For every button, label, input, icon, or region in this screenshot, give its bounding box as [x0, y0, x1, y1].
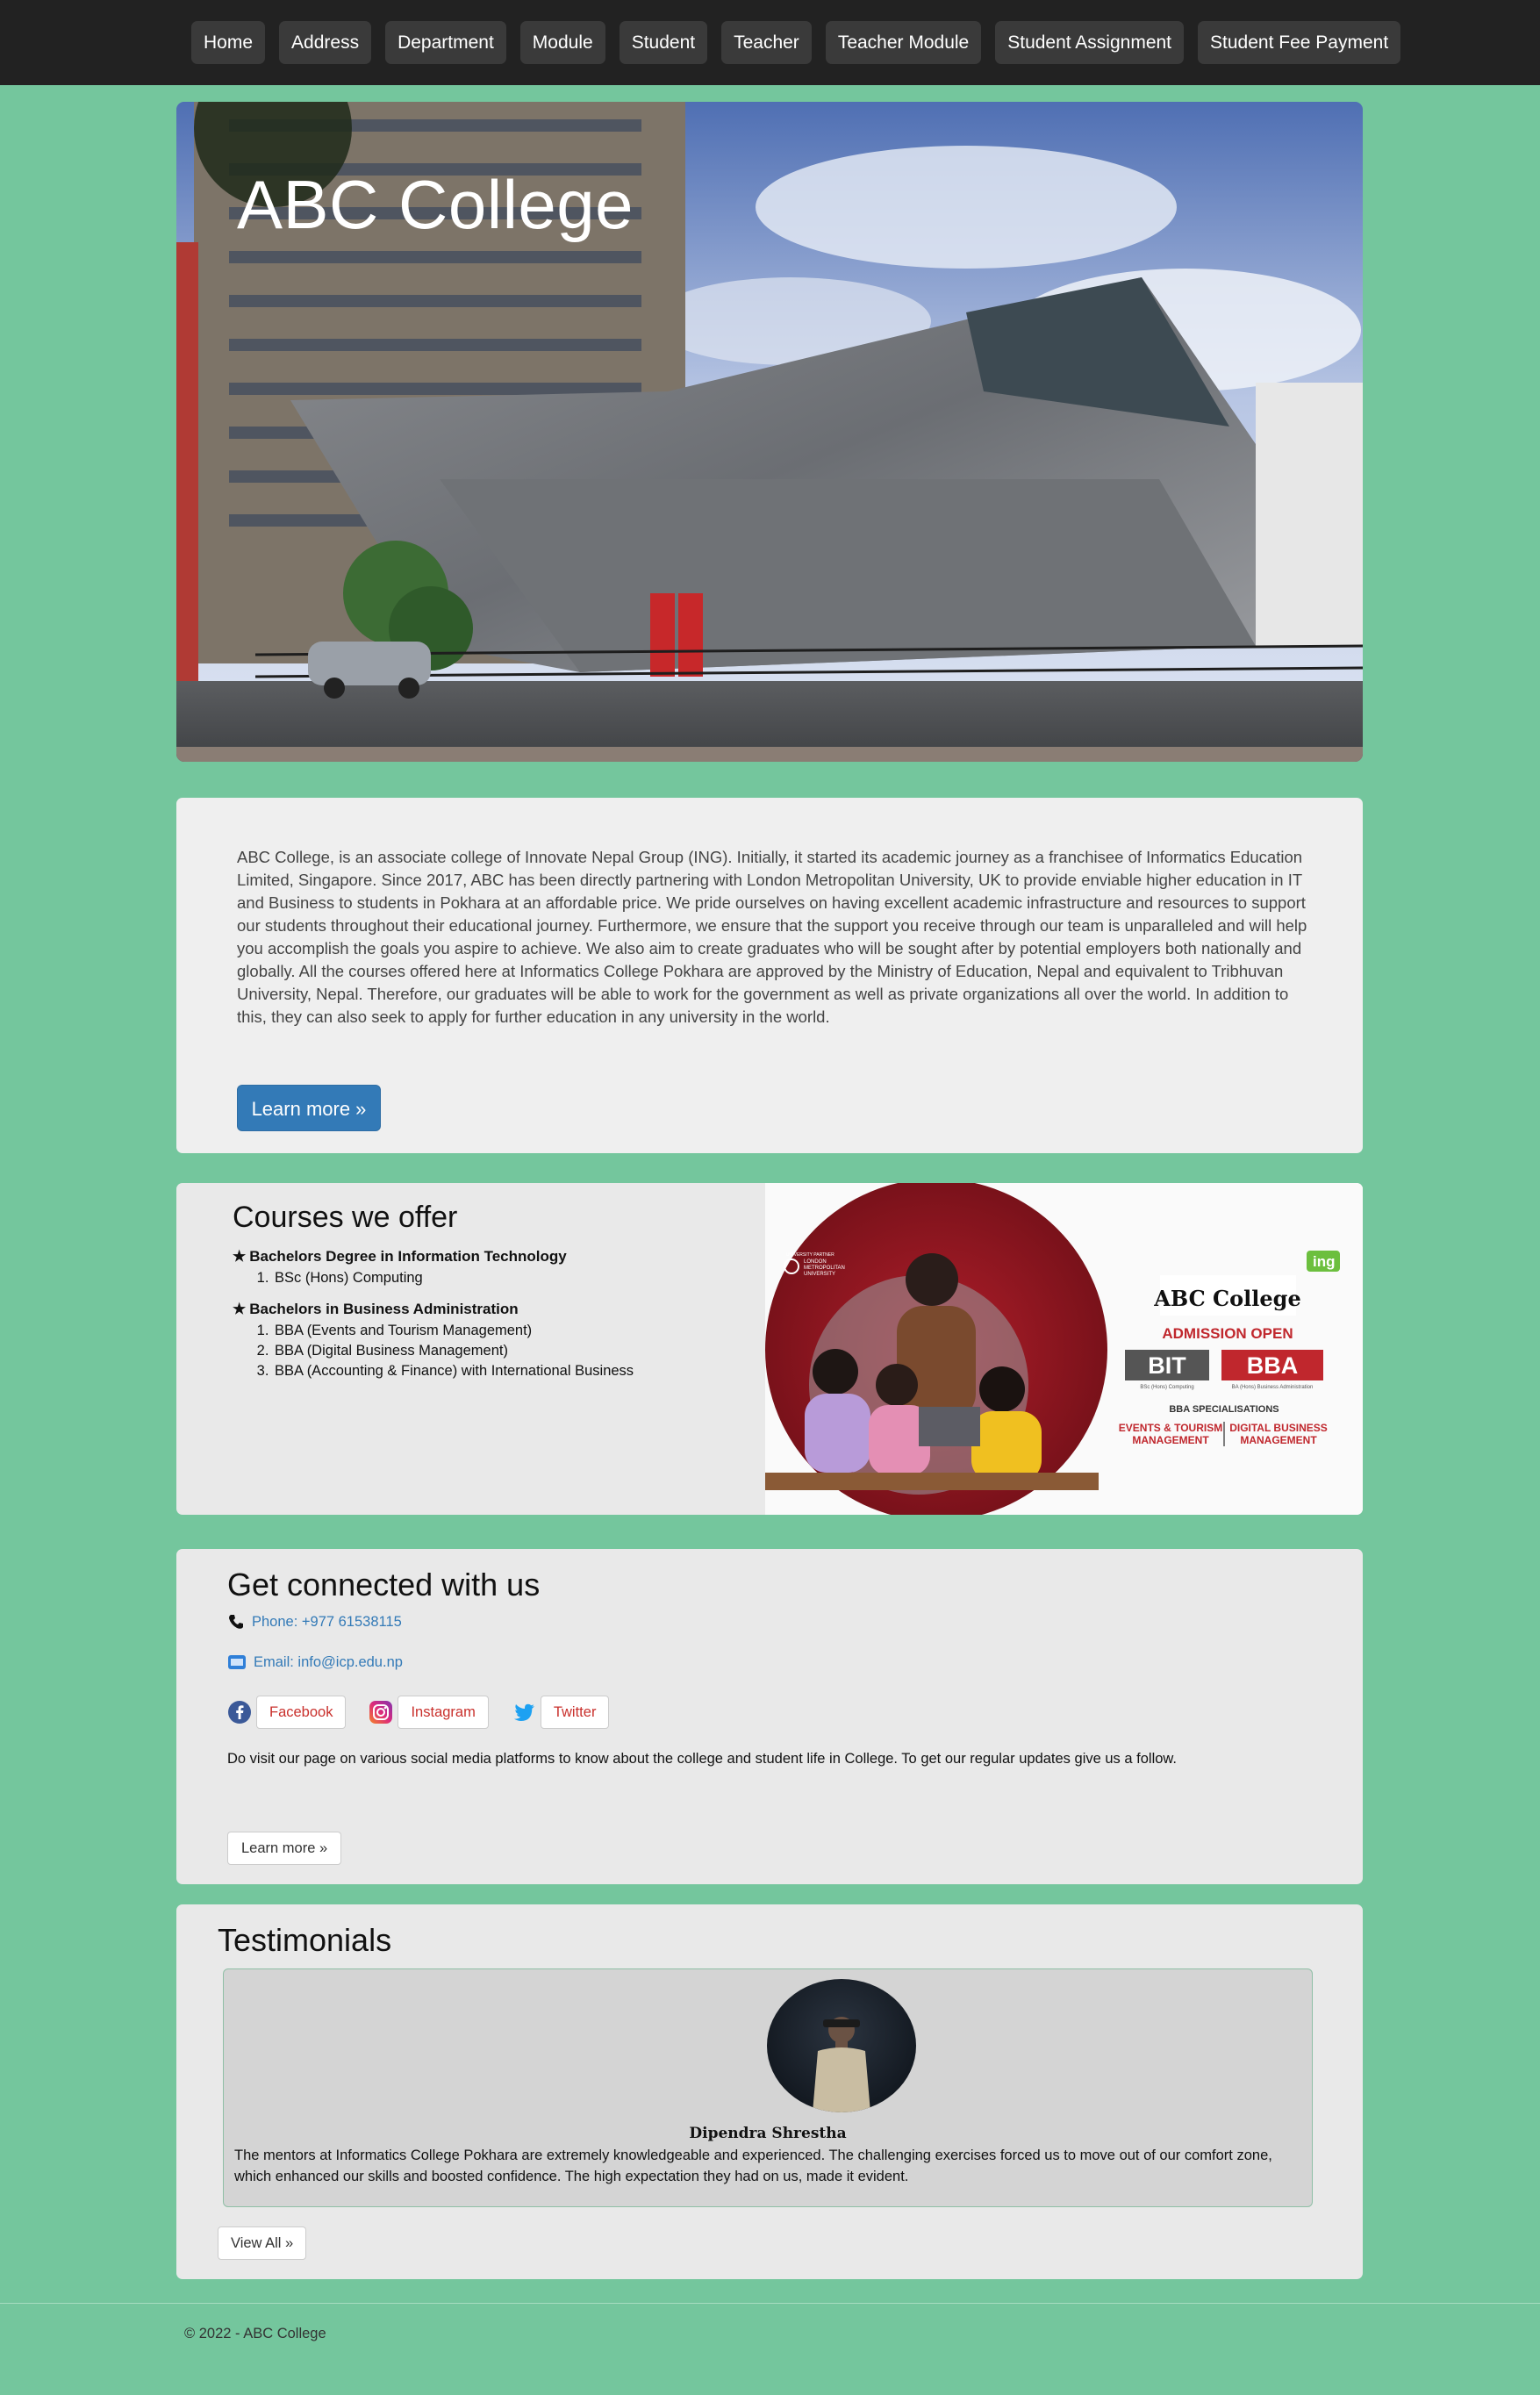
- course-heading: ★ Bachelors in Business Administration: [233, 1301, 634, 1318]
- svg-text:BSc (Hons) Computing: BSc (Hons) Computing: [1140, 1385, 1193, 1390]
- nav-item-student-fee-payment[interactable]: Student Fee Payment: [1198, 21, 1401, 64]
- testimonial-quote: The mentors at Informatics College Pokha…: [234, 2148, 1272, 2184]
- twitter-button[interactable]: Twitter: [540, 1696, 610, 1729]
- courses-panel: Courses we offer ★ Bachelors Degree in In…: [176, 1183, 1363, 1515]
- nav-list: Home Address Department Module Student T…: [191, 21, 1401, 64]
- footer-copyright: © 2022 - ABC College: [184, 2326, 326, 2341]
- nav-item-home[interactable]: Home: [191, 21, 266, 64]
- course-heading-text: Bachelors in Business Administration: [249, 1301, 519, 1317]
- course-item: BBA (Events and Tourism Management): [273, 1321, 634, 1341]
- courses-title: Courses we offer: [233, 1201, 458, 1234]
- testimonial-name: Dipendra Shrestha: [689, 2125, 847, 2142]
- testimonial-card: Dipendra Shrestha The mentors at Informa…: [223, 1968, 1313, 2207]
- email-link[interactable]: Email: info@icp.edu.np: [254, 1654, 403, 1671]
- nav-item-student[interactable]: Student: [619, 21, 708, 64]
- svg-text:DIGITAL BUSINESS: DIGITAL BUSINESS: [1229, 1422, 1328, 1434]
- svg-text:MANAGEMENT: MANAGEMENT: [1240, 1434, 1317, 1446]
- phone-link[interactable]: Phone: +977 61538115: [252, 1614, 402, 1631]
- star-icon: ★: [233, 1301, 247, 1317]
- nav-item-department[interactable]: Department: [385, 21, 506, 64]
- testimonials-panel: Testimonials Dipendra Shrestha The mento…: [176, 1904, 1363, 2279]
- svg-text:MANAGEMENT: MANAGEMENT: [1132, 1434, 1209, 1446]
- navbar: Home Address Department Module Student T…: [0, 0, 1540, 85]
- instagram-icon: [369, 1701, 393, 1724]
- hero-banner: ABC College: [176, 102, 1363, 762]
- avatar: [767, 1979, 916, 2112]
- email-row[interactable]: Email: info@icp.edu.np: [227, 1653, 403, 1671]
- svg-text:METROPOLITAN: METROPOLITAN: [804, 1266, 845, 1271]
- course-item: BSc (Hons) Computing: [273, 1268, 567, 1288]
- svg-text:EVENTS & TOURISM: EVENTS & TOURISM: [1119, 1422, 1222, 1434]
- about-text: ABC College, is an associate college of …: [237, 848, 1307, 1026]
- course-group-bba: ★Bachelors in Business Administration BB…: [233, 1301, 634, 1381]
- admission-promo-image: UNIVERSITY PARTNER LONDON METROPOLITAN U…: [765, 1183, 1363, 1515]
- svg-text:UNIVERSITY: UNIVERSITY: [804, 1272, 835, 1277]
- facebook-button[interactable]: Facebook: [256, 1696, 347, 1729]
- phone-row[interactable]: Phone: +977 61538115: [227, 1613, 402, 1631]
- svg-text:UNIVERSITY PARTNER: UNIVERSITY PARTNER: [786, 1252, 834, 1258]
- about-panel: ABC College, is an associate college of …: [176, 798, 1363, 1153]
- connect-title: Get connected with us: [227, 1567, 541, 1603]
- svg-text:ADMISSION OPEN: ADMISSION OPEN: [1162, 1325, 1293, 1342]
- course-group-it: ★ Bachelors Degree in Information Technol…: [233, 1248, 567, 1288]
- instagram-button[interactable]: Instagram: [398, 1696, 489, 1729]
- course-heading: ★ Bachelors Degree in Information Technol…: [233, 1248, 567, 1266]
- svg-text:LONDON: LONDON: [804, 1259, 827, 1265]
- svg-text:BA (Hons) Business Administrat: BA (Hons) Business Administration: [1232, 1385, 1314, 1390]
- svg-text:ABC College: ABC College: [1153, 1286, 1300, 1311]
- email-icon: [228, 1655, 246, 1669]
- twitter-icon: [513, 1703, 534, 1721]
- course-heading-text: Bachelors Degree in Information Technolo…: [249, 1248, 567, 1265]
- connect-learn-more-button[interactable]: Learn more »: [227, 1832, 342, 1865]
- testimonials-title: Testimonials: [218, 1922, 392, 1958]
- course-list: BSc (Hons) Computing: [273, 1268, 567, 1288]
- nav-item-teacher-module[interactable]: Teacher Module: [825, 21, 982, 64]
- hero-title: ABC College: [237, 166, 634, 243]
- nav-item-student-assignment[interactable]: Student Assignment: [995, 21, 1185, 64]
- learn-more-button[interactable]: Learn more »: [237, 1085, 381, 1131]
- footer-divider: [0, 2303, 1540, 2304]
- course-item: BBA (Accounting & Finance) with Internat…: [273, 1361, 634, 1381]
- view-all-button[interactable]: View All »: [218, 2226, 307, 2260]
- nav-item-address[interactable]: Address: [279, 21, 372, 64]
- facebook-icon: [228, 1701, 251, 1724]
- social-links: Facebook Instagram Twitter: [227, 1696, 610, 1729]
- nav-item-teacher[interactable]: Teacher: [721, 21, 812, 64]
- nav-item-module[interactable]: Module: [519, 21, 605, 64]
- course-item: BBA (Digital Business Management): [273, 1341, 634, 1361]
- svg-text:BBA: BBA: [1247, 1352, 1299, 1379]
- svg-text:BIT: BIT: [1148, 1352, 1186, 1379]
- star-icon: ★: [233, 1248, 247, 1265]
- svg-text:ing: ing: [1313, 1253, 1336, 1270]
- connect-panel: Get connected with us Phone: +977 615381…: [176, 1549, 1363, 1884]
- phone-icon: [229, 1615, 243, 1629]
- connect-note: Do visit our page on various social medi…: [227, 1751, 1177, 1767]
- course-list: BBA (Events and Tourism Management) BBA …: [273, 1321, 634, 1381]
- svg-text:BBA SPECIALISATIONS: BBA SPECIALISATIONS: [1169, 1404, 1279, 1415]
